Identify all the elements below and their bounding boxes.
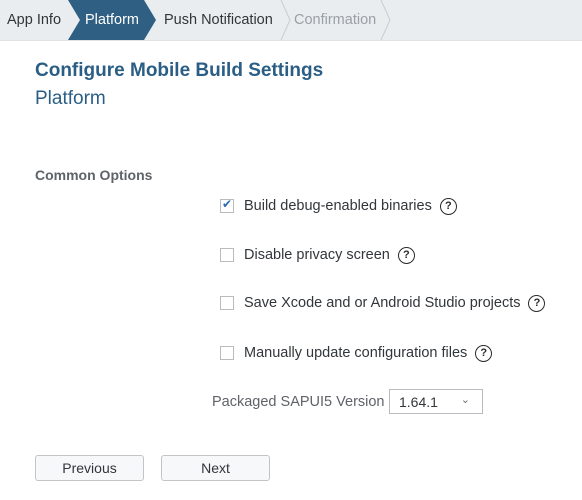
checkmark-icon: ✔: [222, 197, 233, 211]
question-circle-icon[interactable]: ?: [439, 197, 457, 215]
next-button[interactable]: Next: [161, 455, 270, 481]
checkbox[interactable]: [220, 248, 234, 262]
question-circle-icon[interactable]: ?: [475, 344, 493, 362]
wizard-step-push-notification[interactable]: Push Notification: [164, 0, 273, 40]
option-label: Disable privacy screen: [244, 247, 390, 263]
previous-button[interactable]: Previous: [35, 455, 144, 481]
chevron-down-icon[interactable]: ⌄: [461, 393, 470, 406]
step-separator-icon: [380, 0, 391, 40]
step-separator-icon: [280, 0, 291, 40]
option-manually-update-config-files: Manually update configuration files ?: [220, 343, 493, 363]
section-title: Common Options: [35, 167, 153, 183]
page-subtitle: Platform: [35, 88, 106, 109]
option-disable-privacy-screen: Disable privacy screen ?: [220, 245, 415, 265]
question-circle-icon[interactable]: ?: [397, 246, 415, 264]
checkbox[interactable]: [220, 346, 234, 360]
wizard-step-platform[interactable]: Platform: [68, 0, 156, 40]
option-build-debug-binaries: ✔ Build debug-enabled binaries ?: [220, 196, 457, 216]
option-label: Save Xcode and or Android Studio project…: [244, 295, 521, 311]
option-label: Build debug-enabled binaries: [244, 198, 432, 214]
checkbox[interactable]: [220, 296, 234, 310]
option-save-xcode-android-projects: Save Xcode and or Android Studio project…: [220, 293, 546, 313]
selected-version-value: 1.64.1: [399, 394, 438, 410]
sapui5-version-select[interactable]: 1.64.1 ⌄: [389, 389, 483, 414]
page-title: Configure Mobile Build Settings: [35, 60, 324, 81]
wizard-step-label: Platform: [85, 12, 139, 28]
question-circle-icon[interactable]: ?: [528, 294, 546, 312]
checkbox[interactable]: ✔: [220, 197, 234, 213]
sapui5-version-label: Packaged SAPUI5 Version: [212, 394, 385, 410]
wizard-step-confirmation: Confirmation: [294, 12, 377, 28]
wizard-step-app-info[interactable]: App Info: [7, 0, 61, 40]
option-label: Manually update configuration files: [244, 345, 468, 361]
wizard-progress-bar: App Info Platform Push Notification Conf…: [0, 0, 582, 41]
